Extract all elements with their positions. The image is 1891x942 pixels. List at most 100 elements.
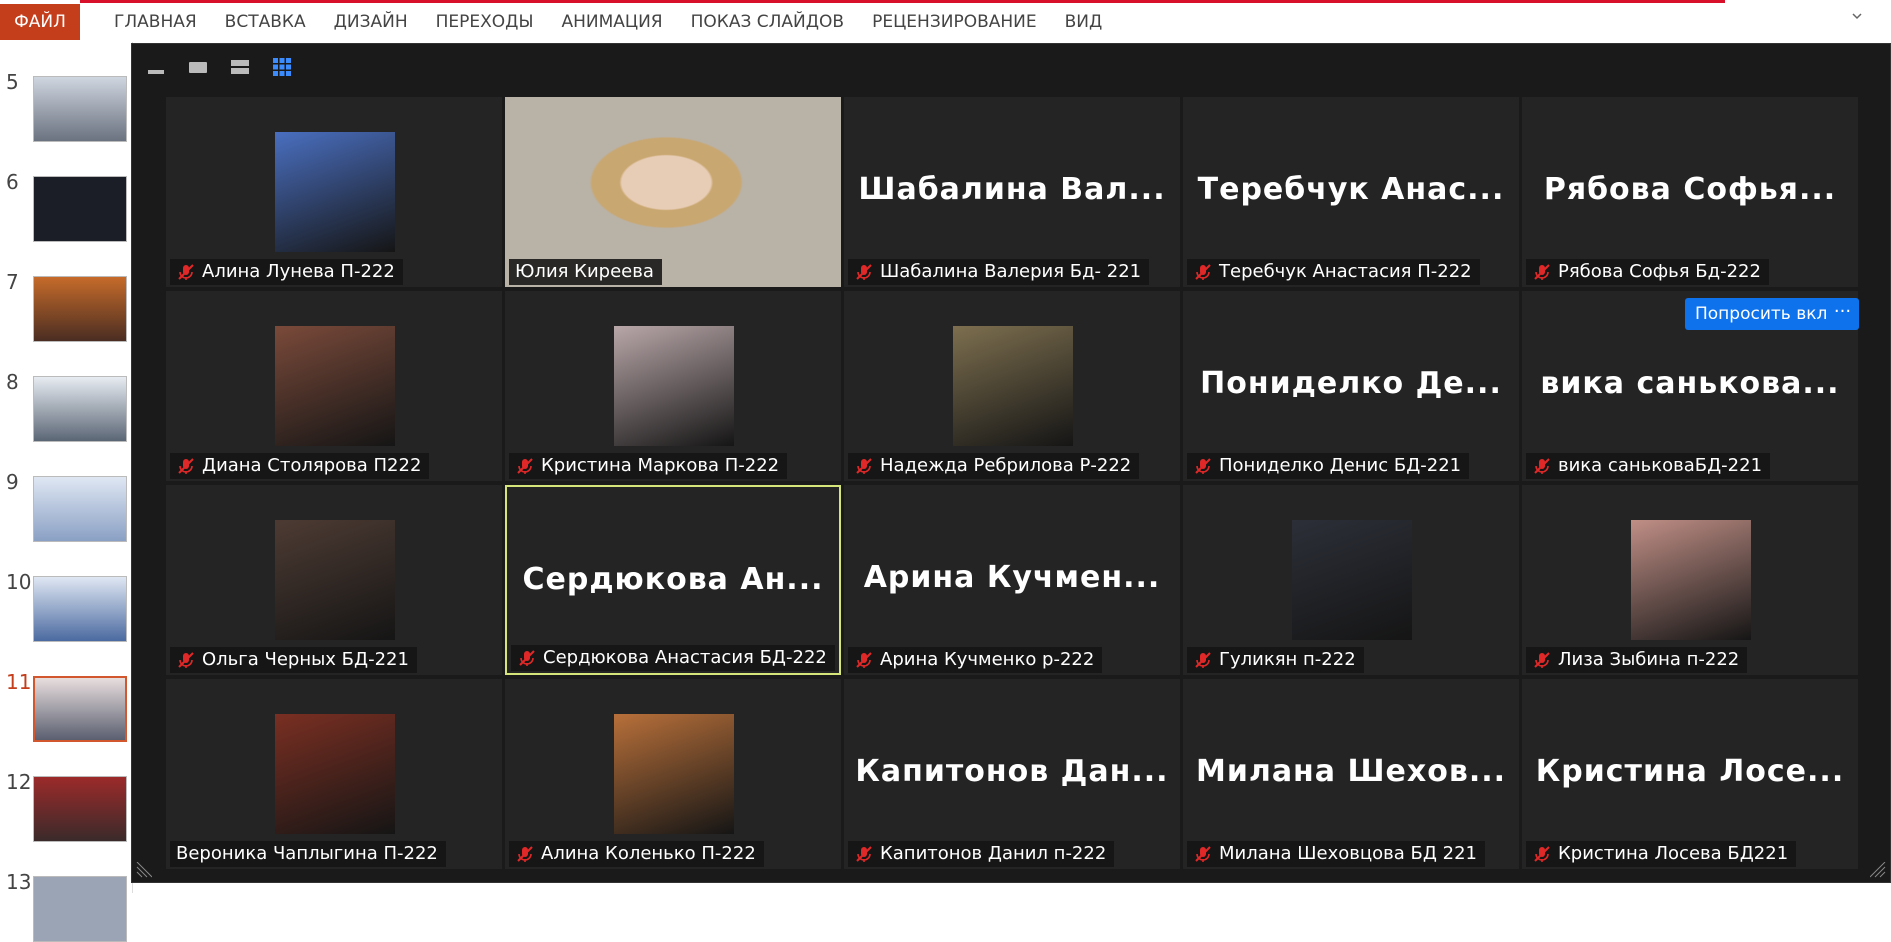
- thumbnail-view-icon[interactable]: [228, 55, 252, 79]
- participant-name-label: Кристина Лосева БД221: [1526, 841, 1797, 867]
- participant-tile[interactable]: Пониделко Де... Пониделко Денис БД-221: [1183, 291, 1519, 481]
- muted-mic-icon: [854, 456, 874, 476]
- slide-number: 8: [6, 370, 19, 394]
- participant-name-label: Лиза Зыбина п-222: [1526, 647, 1748, 673]
- muted-mic-icon: [517, 648, 537, 668]
- speaker-view-icon[interactable]: [186, 55, 210, 79]
- slide-number: 9: [6, 470, 19, 494]
- participant-name: Сердюкова Анастасия БД-222: [543, 647, 827, 668]
- muted-mic-icon: [1193, 456, 1213, 476]
- participant-name: Надежда Ребрилова Р-222: [880, 455, 1132, 476]
- muted-mic-icon: [1193, 844, 1213, 864]
- participant-tile[interactable]: Арина Кучмен... Арина Кучменко р-222: [844, 485, 1180, 675]
- tab-design[interactable]: ДИЗАЙН: [320, 4, 422, 40]
- tab-home[interactable]: ГЛАВНАЯ: [100, 4, 211, 40]
- resize-handle-icon[interactable]: [136, 861, 153, 878]
- more-options-button[interactable]: ···: [1826, 298, 1859, 330]
- muted-mic-icon: [1532, 650, 1552, 670]
- participant-name-label: Сердюкова Анастасия БД-222: [511, 645, 835, 671]
- participant-tile[interactable]: Сердюкова Ан... Сердюкова Анастасия БД-22…: [505, 485, 841, 675]
- participant-tile[interactable]: Шабалина Вал... Шабалина Валерия Бд- 221: [844, 97, 1180, 287]
- participant-name: Рябова Софья Бд-222: [1558, 261, 1761, 282]
- participant-avatar: [1631, 520, 1751, 640]
- participant-tile[interactable]: Диана Столярова П222: [166, 291, 502, 481]
- slide-preview[interactable]: [33, 676, 127, 742]
- participant-name-label: Алина Коленько П-222: [509, 841, 764, 867]
- slide-preview[interactable]: [33, 876, 127, 942]
- participant-name: Юлия Киреева: [515, 261, 654, 282]
- muted-mic-icon: [1193, 650, 1213, 670]
- slide-number: 12: [6, 770, 32, 794]
- resize-handle-icon[interactable]: [1869, 861, 1886, 878]
- participant-name: Кристина Лосева БД221: [1558, 843, 1789, 864]
- slide-number: 5: [6, 70, 19, 94]
- slide-preview[interactable]: [33, 776, 127, 842]
- participant-tile[interactable]: Надежда Ребрилова Р-222: [844, 291, 1180, 481]
- slide-preview[interactable]: [33, 376, 127, 442]
- participant-display-name: Теребчук Анас...: [1197, 172, 1505, 207]
- participant-name: Теребчук Анастасия П-222: [1219, 261, 1472, 282]
- participant-name-label: Арина Кучменко р-222: [848, 647, 1103, 673]
- tab-view[interactable]: ВИД: [1051, 4, 1117, 40]
- participant-tile[interactable]: Милана Шехов... Милана Шеховцова БД 221: [1183, 679, 1519, 869]
- slide-preview[interactable]: [33, 576, 127, 642]
- slide-thumbnail[interactable]: 10: [0, 542, 133, 642]
- participant-name-label: Гуликян п-222: [1187, 647, 1364, 673]
- participant-tile[interactable]: Гуликян п-222: [1183, 485, 1519, 675]
- participant-name: Пониделко Денис БД-221: [1219, 455, 1462, 476]
- slide-thumbnail[interactable]: 12: [0, 742, 133, 842]
- participant-name-label: Теребчук Анастасия П-222: [1187, 259, 1480, 285]
- participant-tile[interactable]: Капитонов Дан... Капитонов Данил п-222: [844, 679, 1180, 869]
- participant-tile[interactable]: Юлия Киреева: [505, 97, 841, 287]
- gallery-view-icon[interactable]: [270, 55, 294, 79]
- muted-mic-icon: [1532, 844, 1552, 864]
- participant-name: Гуликян п-222: [1219, 649, 1356, 670]
- ask-to-unmute-button[interactable]: Попросить вкл: [1685, 298, 1838, 330]
- tab-insert[interactable]: ВСТАВКА: [211, 4, 320, 40]
- participant-tile[interactable]: Кристина Маркова П-222: [505, 291, 841, 481]
- participant-tile[interactable]: Теребчук Анас... Теребчук Анастасия П-222: [1183, 97, 1519, 287]
- minimize-view-icon[interactable]: [144, 55, 168, 79]
- slide-preview[interactable]: [33, 76, 127, 142]
- tab-animation[interactable]: АНИМАЦИЯ: [547, 4, 676, 40]
- participant-name-label: Алина Лунева П-222: [170, 259, 403, 285]
- participant-avatar: [275, 520, 395, 640]
- file-tab[interactable]: ФАЙЛ: [0, 4, 80, 40]
- slide-thumbnail[interactable]: 8: [0, 342, 133, 442]
- muted-mic-icon: [1532, 262, 1552, 282]
- zoom-gallery-window: Алина Лунева П-222 Юлия Киреева Шабалина В…: [131, 43, 1891, 883]
- tab-slideshow[interactable]: ПОКАЗ СЛАЙДОВ: [677, 4, 859, 40]
- participant-tile[interactable]: Вероника Чаплыгина П-222: [166, 679, 502, 869]
- participant-avatar: [275, 714, 395, 834]
- slide-preview[interactable]: [33, 276, 127, 342]
- slide-thumbnail-active[interactable]: 11: [0, 642, 133, 742]
- tab-transitions[interactable]: ПЕРЕХОДЫ: [422, 4, 548, 40]
- slide-thumbnail[interactable]: 9: [0, 442, 133, 542]
- participant-name: Диана Столярова П222: [202, 455, 422, 476]
- slide-number: 6: [6, 170, 19, 194]
- slide-thumbnail[interactable]: 13: [0, 842, 133, 942]
- participant-display-name: Милана Шехов...: [1195, 754, 1507, 789]
- slide-thumbnail[interactable]: 5: [0, 42, 133, 142]
- participant-tile[interactable]: Рябова Софья... Рябова Софья Бд-222: [1522, 97, 1858, 287]
- participant-name: Милана Шеховцова БД 221: [1219, 843, 1477, 864]
- participant-name: Арина Кучменко р-222: [880, 649, 1095, 670]
- participant-name-label: Пониделко Денис БД-221: [1187, 453, 1470, 479]
- participant-tile[interactable]: Алина Коленько П-222: [505, 679, 841, 869]
- participant-name-label: Капитонов Данил п-222: [848, 841, 1115, 867]
- tab-review[interactable]: РЕЦЕНЗИРОВАНИЕ: [858, 4, 1051, 40]
- ribbon-collapse-icon[interactable]: [1851, 10, 1863, 26]
- participant-tile[interactable]: Ольга Черных БД-221: [166, 485, 502, 675]
- participant-name: Вероника Чаплыгина П-222: [176, 843, 438, 864]
- slide-preview[interactable]: [33, 476, 127, 542]
- participant-display-name: Капитонов Дан...: [855, 754, 1169, 789]
- slide-thumbnails-pane: 5 6 7 8 9 10 11 12 13: [0, 42, 133, 942]
- participant-tile[interactable]: Алина Лунева П-222: [166, 97, 502, 287]
- slide-thumbnail[interactable]: 7: [0, 242, 133, 342]
- participant-display-name: Арина Кучмен...: [863, 560, 1161, 595]
- participant-tile[interactable]: Кристина Лосе... Кристина Лосева БД221: [1522, 679, 1858, 869]
- participant-name-label: Шабалина Валерия Бд- 221: [848, 259, 1150, 285]
- slide-preview[interactable]: [33, 176, 127, 242]
- slide-thumbnail[interactable]: 6: [0, 142, 133, 242]
- participant-tile[interactable]: Лиза Зыбина п-222: [1522, 485, 1858, 675]
